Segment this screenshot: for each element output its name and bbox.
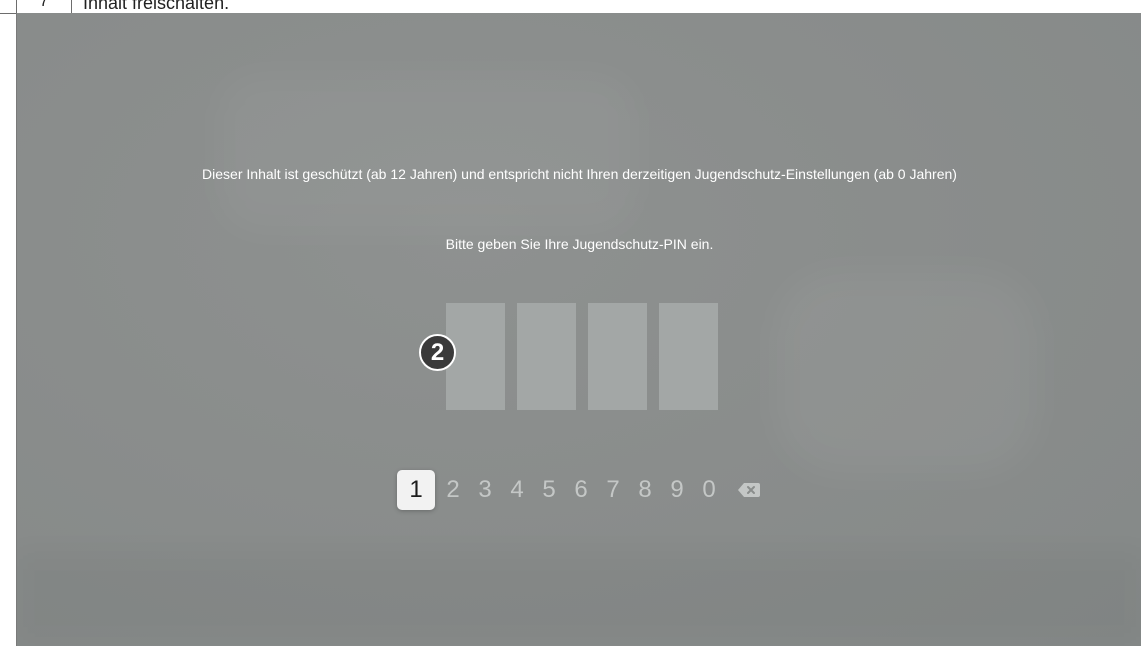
backspace-icon	[738, 483, 760, 497]
key-9[interactable]: 9	[661, 470, 693, 510]
key-0[interactable]: 0	[693, 470, 725, 510]
key-6[interactable]: 6	[565, 470, 597, 510]
manual-table-row: 7 Inhalt freischalten.	[0, 0, 1141, 14]
key-1[interactable]: 1	[397, 470, 435, 510]
backspace-button[interactable]	[735, 470, 763, 510]
key-2[interactable]: 2	[437, 470, 469, 510]
key-4[interactable]: 4	[501, 470, 533, 510]
key-5[interactable]: 5	[533, 470, 565, 510]
pin-digit-box	[517, 303, 576, 410]
key-8[interactable]: 8	[629, 470, 661, 510]
step-number-cell: 7	[16, 0, 72, 13]
step-text: Inhalt freischalten.	[83, 0, 230, 13]
tv-screen: Dieser Inhalt ist geschützt (ab 12 Jahre…	[16, 13, 1141, 646]
pin-prompt: Bitte geben Sie Ihre Jugendschutz-PIN ei…	[445, 236, 714, 252]
key-3[interactable]: 3	[469, 470, 501, 510]
pin-digit-box	[659, 303, 718, 410]
parental-control-message: Dieser Inhalt ist geschützt (ab 12 Jahre…	[202, 166, 957, 182]
key-7[interactable]: 7	[597, 470, 629, 510]
pin-digit-box	[588, 303, 647, 410]
callout-marker: 2	[419, 334, 456, 371]
step-number: 7	[39, 0, 49, 10]
